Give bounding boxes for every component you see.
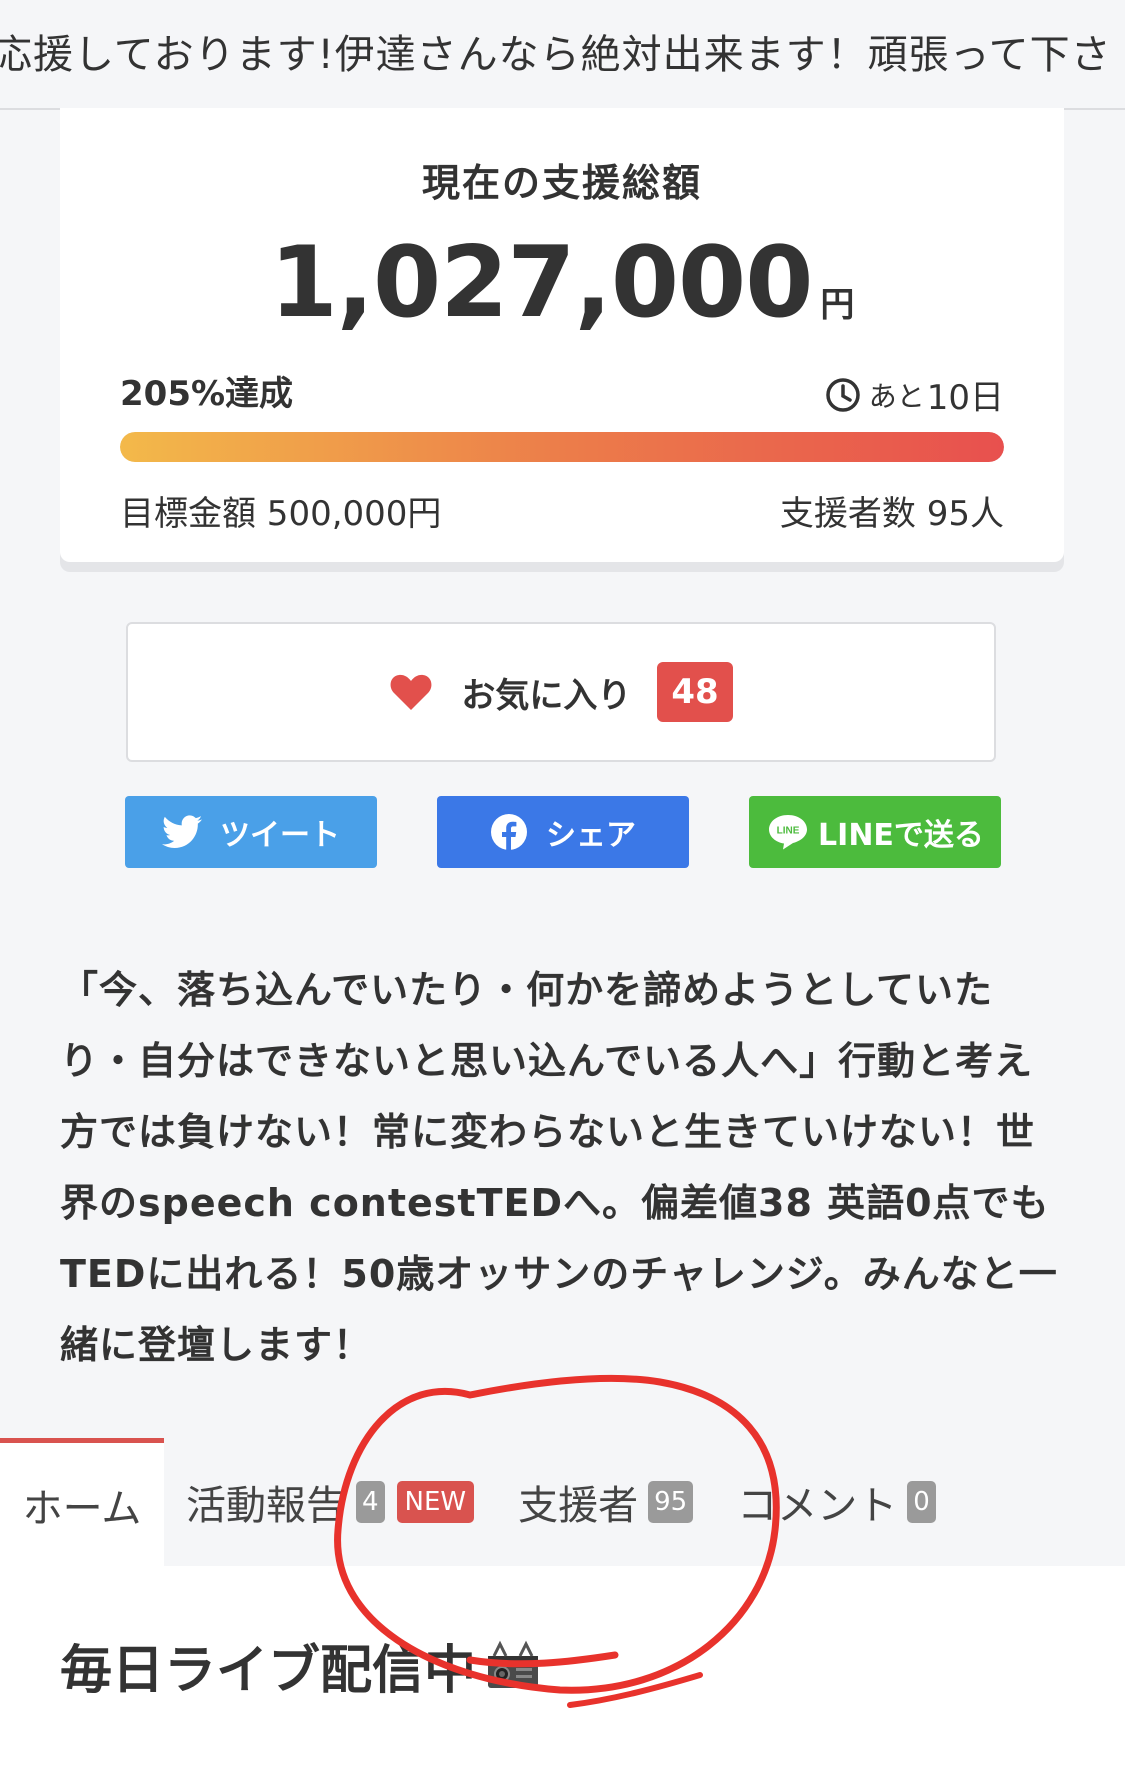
tweet-button[interactable]: ツイート	[125, 796, 377, 868]
line-logo-text: LINE	[777, 826, 800, 837]
project-tabs: ホーム 活動報告 4 NEW 支援者 95 コメント 0	[0, 1438, 1125, 1566]
activity-count-badge: 4	[356, 1481, 385, 1523]
new-badge: NEW	[396, 1481, 475, 1523]
twitter-bird-icon	[162, 815, 202, 848]
favorite-button[interactable]: お気に入り 48	[126, 622, 996, 762]
funding-progress-bar	[120, 432, 1004, 462]
tweet-label: ツイート	[220, 818, 340, 853]
section-heading-text: 毎日ライブ配信中	[60, 1641, 477, 1701]
ticker-text: 応援しております!伊達さんなら絶対出来ます！頑張って下さ	[0, 32, 1112, 78]
tab-home-label: ホーム	[22, 1485, 142, 1532]
tab-supporters[interactable]: 支援者 95	[496, 1438, 715, 1566]
remaining-days: 10日	[926, 378, 1004, 418]
funding-progress-fill	[120, 432, 1004, 462]
tab-supporters-label: 支援者	[518, 1483, 639, 1529]
funding-total-label: 現在の支援総額	[421, 161, 702, 205]
favorite-count-badge: 48	[657, 662, 733, 722]
tab-activity-label: 活動報告	[186, 1483, 346, 1529]
backer-count: 支援者数 95人	[779, 494, 1004, 534]
line-logo-icon: LINE	[769, 815, 808, 850]
comments-count-badge: 0	[907, 1481, 936, 1523]
favorite-label: お気に入り	[461, 675, 632, 716]
tab-home[interactable]: ホーム	[0, 1438, 164, 1566]
remaining-prefix: あと	[868, 379, 925, 413]
supporters-count-badge: 95	[648, 1481, 694, 1523]
clock-icon	[825, 377, 860, 412]
funding-summary-card: 現在の支援総額 1,027,000 円 205%達成 あと 10日 目標金額 50…	[60, 108, 1064, 562]
project-description: 「今、落ち込んでいたり・何かを諦めようとしていたり・自分はできないと思い込んでい…	[60, 968, 1058, 1367]
achievement-rate: 205%達成	[120, 374, 294, 414]
heart-icon	[390, 674, 432, 710]
line-send-label: LINEで送る	[818, 818, 984, 853]
section-heading: 毎日ライブ配信中	[60, 1628, 542, 1703]
facebook-icon	[491, 814, 527, 850]
currency-unit: 円	[820, 285, 855, 325]
tab-comments[interactable]: コメント 0	[715, 1438, 958, 1566]
facebook-share-label: シェア	[546, 818, 636, 853]
video-camera-icon	[488, 1640, 539, 1688]
line-send-button[interactable]: LINE LINEで送る	[749, 796, 1001, 868]
tab-activity-report[interactable]: 活動報告 4 NEW	[164, 1438, 496, 1566]
facebook-share-button[interactable]: シェア	[437, 796, 689, 868]
remaining-time: あと 10日	[825, 370, 1004, 419]
tab-comments-label: コメント	[737, 1483, 898, 1529]
support-message-ticker: 応援しております!伊達さんなら絶対出来ます！頑張って下さ	[0, 0, 1125, 110]
funding-amount: 1,027,000	[269, 226, 814, 340]
goal-amount: 目標金額 500,000円	[120, 494, 442, 534]
funding-amount-row: 1,027,000 円	[60, 226, 1064, 340]
